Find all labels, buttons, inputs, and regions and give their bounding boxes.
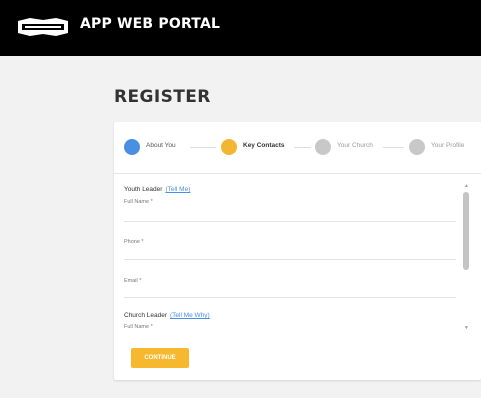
- youth-email-input[interactable]: [124, 297, 456, 298]
- step-label: About You: [146, 142, 176, 149]
- registration-card: About You Key Contacts Your Church Your …: [114, 122, 481, 380]
- step-pending-icon: [315, 139, 331, 155]
- youth-leader-heading: Youth Leader (Tell Me): [124, 186, 190, 193]
- youth-phone-input[interactable]: [124, 259, 456, 260]
- youth-full-name-input[interactable]: [124, 221, 456, 222]
- scroll-up-arrow-icon[interactable]: ▲: [464, 184, 469, 189]
- continue-button[interactable]: CONTINUE: [131, 348, 189, 368]
- scroll-down-arrow-icon[interactable]: ▼: [464, 326, 469, 331]
- step-connector: [190, 147, 216, 148]
- church-leader-heading: Church Leader (Tell Me Why): [124, 312, 210, 319]
- youth-leader-title: Youth Leader: [124, 186, 163, 193]
- top-bar: APP WEB PORTAL: [0, 0, 481, 56]
- scrollbar-thumb[interactable]: [463, 192, 469, 270]
- step-connector: [294, 147, 311, 148]
- step-label: Your Profile: [431, 142, 465, 149]
- step-progress: About You Key Contacts Your Church Your …: [114, 122, 481, 174]
- step-label: Your Church: [337, 142, 373, 149]
- step-connector: [383, 147, 404, 148]
- youth-phone-label: Phone *: [124, 239, 144, 245]
- step-pending-icon: [409, 139, 425, 155]
- youth-email-label: Email *: [124, 278, 142, 284]
- contacts-form: Youth Leader (Tell Me) Full Name * Phone …: [124, 180, 460, 330]
- youth-full-name-label: Full Name *: [124, 199, 153, 205]
- page-title: REGISTER: [114, 87, 211, 107]
- crest-logo-icon[interactable]: [16, 16, 70, 38]
- step-current-icon: [221, 139, 237, 155]
- church-leader-info-link[interactable]: (Tell Me Why): [170, 312, 210, 319]
- step-label: Key Contacts: [243, 142, 285, 149]
- church-leader-title: Church Leader: [124, 312, 167, 319]
- church-full-name-label: Full Name *: [124, 324, 153, 330]
- step-complete-icon: [124, 139, 140, 155]
- form-scrollbar[interactable]: ▲ ▼: [463, 184, 469, 332]
- app-title: APP WEB PORTAL: [80, 16, 221, 32]
- youth-leader-info-link[interactable]: (Tell Me): [165, 186, 190, 193]
